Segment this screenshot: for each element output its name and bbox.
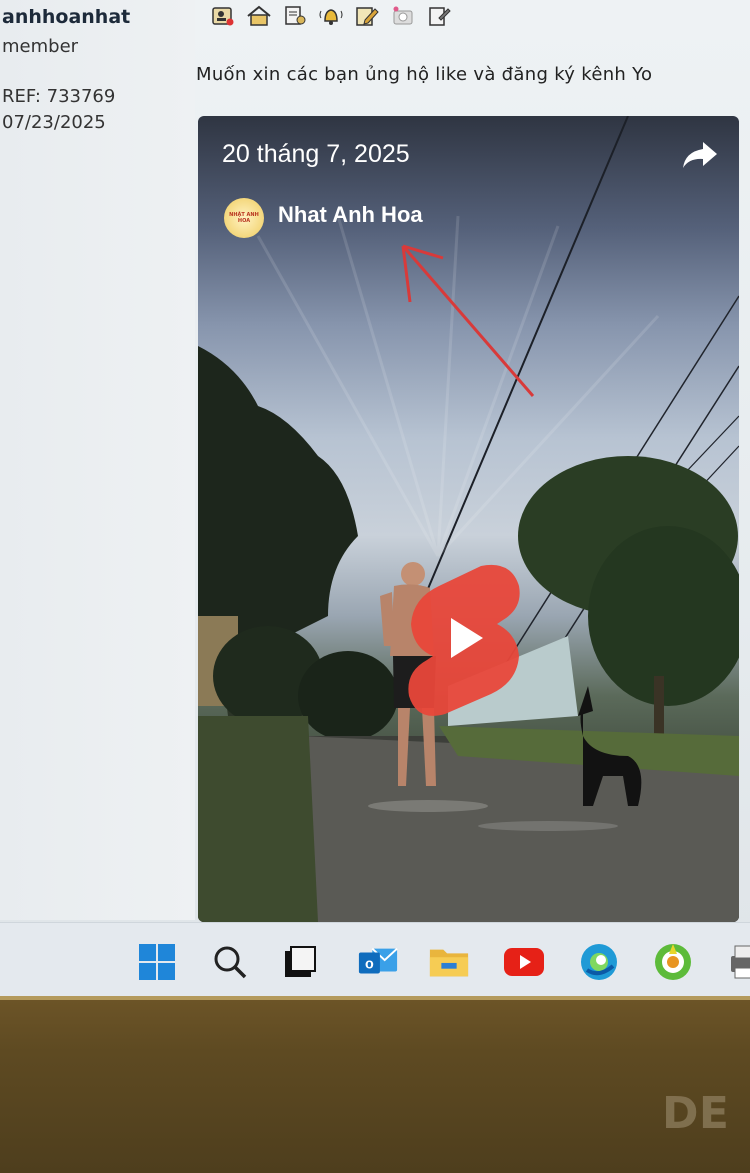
video-date: 20 tháng 7, 2025 [222, 140, 410, 168]
outlook-icon[interactable]: o [357, 941, 399, 983]
bell-icon[interactable] [318, 4, 344, 28]
video-scene-image [198, 116, 739, 922]
task-view-icon[interactable] [279, 941, 321, 983]
home-icon[interactable] [246, 4, 272, 28]
channel-avatar[interactable]: NHẬT ANH HOA [224, 198, 264, 238]
profile-icon[interactable] [210, 4, 236, 28]
windows-taskbar: o [0, 922, 750, 1000]
note-icon[interactable] [426, 4, 452, 28]
user-ref: REF: 733769 [2, 86, 116, 107]
user-role: member [2, 36, 79, 57]
monitor-bezel [0, 1000, 750, 1173]
share-icon[interactable] [681, 138, 719, 172]
printer-icon[interactable] [724, 941, 750, 983]
edit-icon[interactable] [354, 4, 380, 28]
camera-icon[interactable] [390, 4, 416, 28]
shorts-play-icon[interactable] [405, 556, 525, 716]
app-icon[interactable] [652, 941, 694, 983]
post-text: Muốn xin các bạn ủng hộ like và đăng ký … [196, 64, 653, 85]
search-icon[interactable] [209, 941, 251, 983]
youtube-icon[interactable] [503, 941, 545, 983]
edge-icon[interactable] [578, 941, 620, 983]
youtube-shorts-video[interactable]: 20 tháng 7, 2025 NHẬT ANH HOA Nhat Anh H… [198, 116, 739, 922]
post-toolbar [210, 4, 452, 28]
document-icon[interactable] [282, 4, 308, 28]
channel-logo-text: NHẬT ANH HOA [229, 212, 259, 224]
dell-logo: D E [662, 1088, 729, 1139]
file-explorer-icon[interactable] [428, 941, 470, 983]
monitor-screen: anhhoanhat member REF: 733769 07/23/2025… [0, 0, 750, 1000]
username-link[interactable]: anhhoanhat [2, 6, 130, 28]
user-info-panel: anhhoanhat member REF: 733769 07/23/2025 [0, 0, 195, 920]
post-date: 07/23/2025 [2, 112, 106, 133]
windows-start-icon[interactable] [136, 941, 178, 983]
channel-name-link[interactable]: Nhat Anh Hoa [278, 202, 423, 228]
svg-text:o: o [365, 957, 374, 973]
